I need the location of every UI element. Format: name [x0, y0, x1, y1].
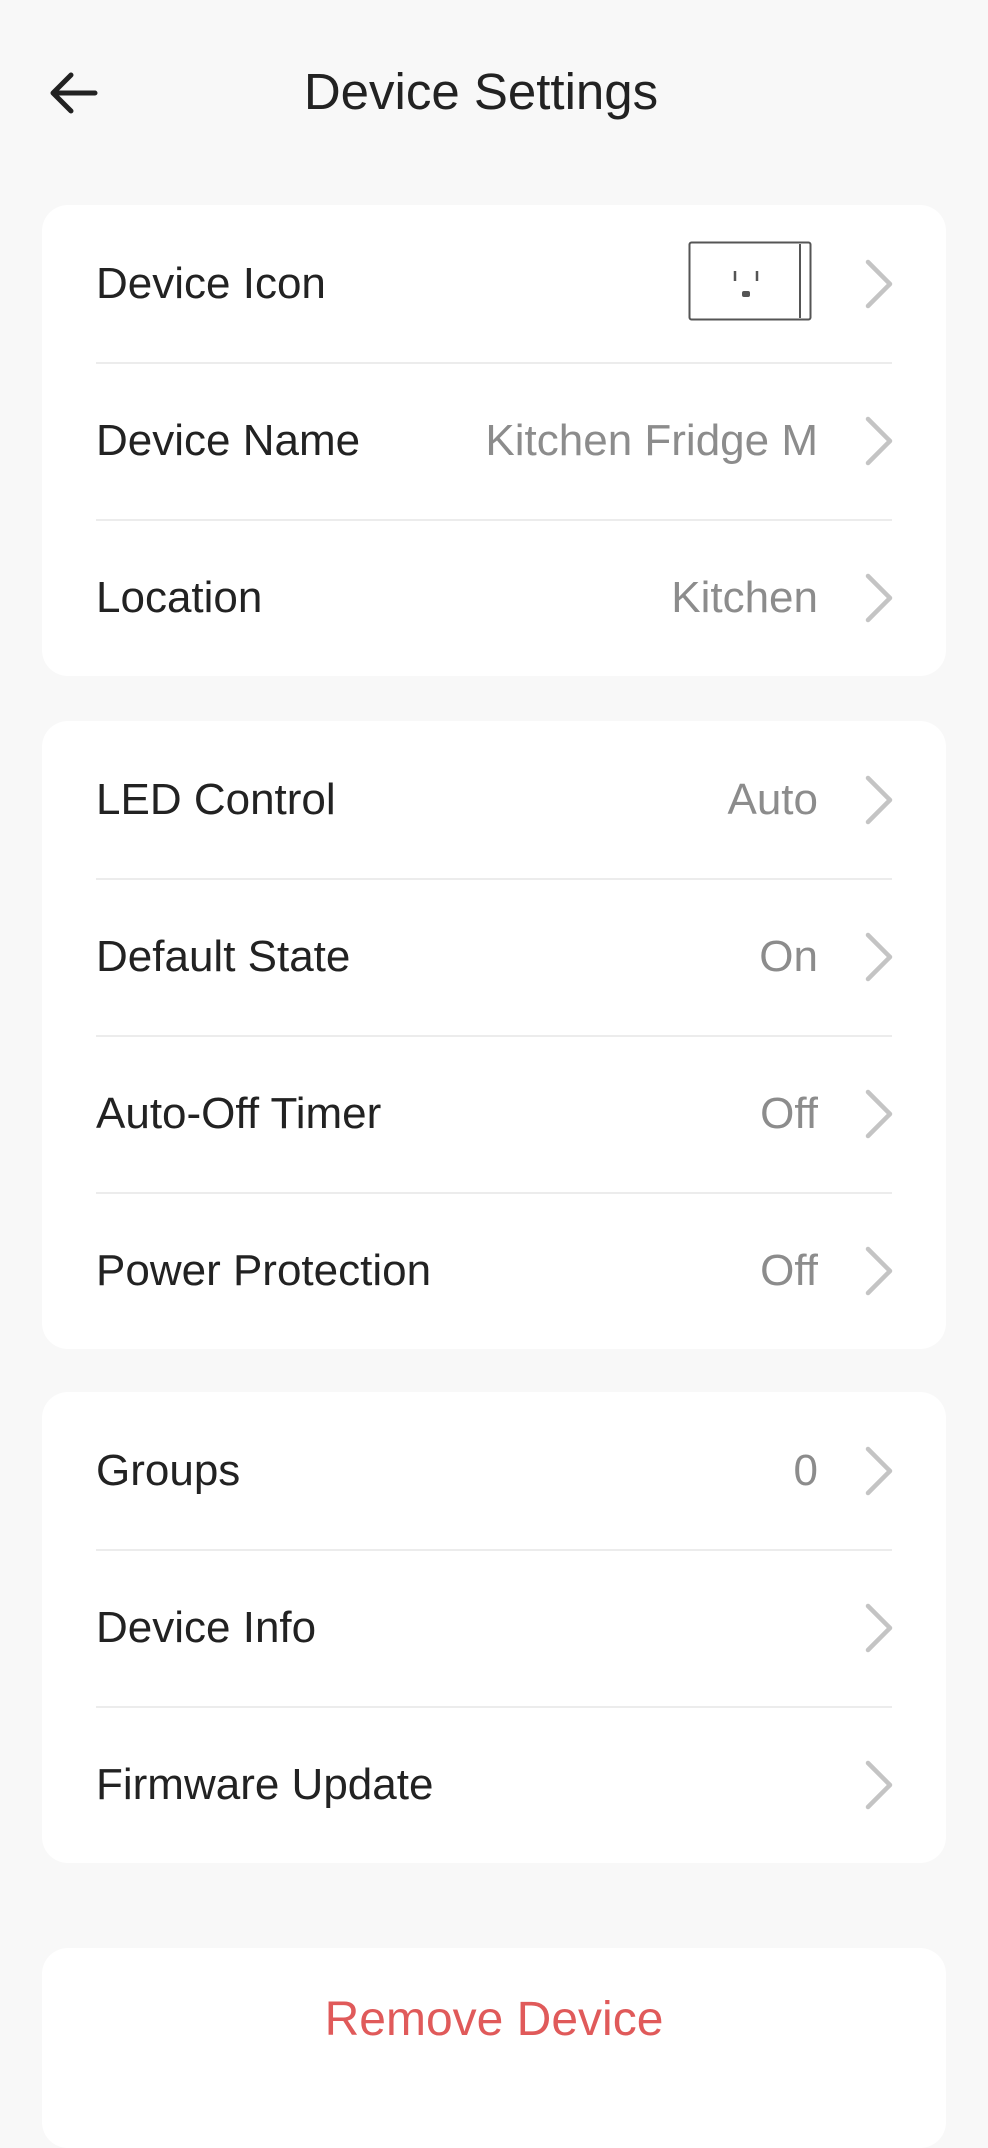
remove-device-button[interactable]: Remove Device: [42, 1948, 946, 2148]
remove-device-label: Remove Device: [324, 1993, 664, 2046]
row-label: Groups: [96, 1445, 241, 1495]
chevron-right-icon: [865, 1760, 893, 1809]
row-label: Device Name: [96, 415, 361, 465]
auto-off-timer-row[interactable]: Auto-Off Timer Off: [42, 1035, 946, 1192]
default-state-row[interactable]: Default State On: [42, 878, 946, 1035]
row-value: Off: [760, 1245, 818, 1295]
row-label: Default State: [96, 931, 351, 981]
chevron-right-icon: [865, 932, 893, 981]
chevron-right-icon: [865, 573, 893, 622]
device-info-row[interactable]: Device Info: [42, 1549, 946, 1706]
row-value: On: [759, 931, 818, 981]
row-value: Kitchen Fridge M: [485, 415, 818, 465]
device-name-row[interactable]: Device Name Kitchen Fridge M: [42, 362, 946, 519]
row-value: Kitchen: [671, 572, 818, 622]
row-label: Power Protection: [96, 1245, 432, 1295]
row-label: Device Icon: [96, 258, 326, 308]
device-management-section: Groups 0 Device Info Firmware Update: [42, 1392, 946, 1863]
firmware-update-row[interactable]: Firmware Update: [42, 1706, 946, 1863]
row-label: LED Control: [96, 774, 336, 824]
row-value: Off: [760, 1088, 818, 1138]
row-value: 0: [793, 1445, 818, 1495]
row-label: Location: [96, 572, 263, 622]
location-row[interactable]: Location Kitchen: [42, 519, 946, 676]
chevron-right-icon: [865, 775, 893, 824]
page-title: Device Settings: [303, 63, 659, 120]
row-label: Auto-Off Timer: [96, 1088, 382, 1138]
chevron-right-icon: [865, 259, 893, 308]
chevron-right-icon: [865, 416, 893, 465]
power-protection-row[interactable]: Power Protection Off: [42, 1192, 946, 1349]
device-icon-row[interactable]: Device Icon: [42, 205, 946, 362]
header-bar: Device Settings: [0, 0, 988, 180]
row-label: Device Info: [96, 1602, 317, 1652]
device-identity-section: Device Icon Device Name Kitchen Fridge M…: [42, 205, 946, 676]
smart-plug-outlet-icon: [688, 241, 812, 321]
chevron-right-icon: [865, 1446, 893, 1495]
chevron-right-icon: [865, 1246, 893, 1295]
row-value: Auto: [727, 774, 818, 824]
chevron-right-icon: [865, 1089, 893, 1138]
chevron-right-icon: [865, 1603, 893, 1652]
groups-row[interactable]: Groups 0: [42, 1392, 946, 1549]
led-control-row[interactable]: LED Control Auto: [42, 721, 946, 878]
device-behavior-section: LED Control Auto Default State On Auto-O…: [42, 721, 946, 1349]
row-label: Firmware Update: [96, 1759, 434, 1809]
